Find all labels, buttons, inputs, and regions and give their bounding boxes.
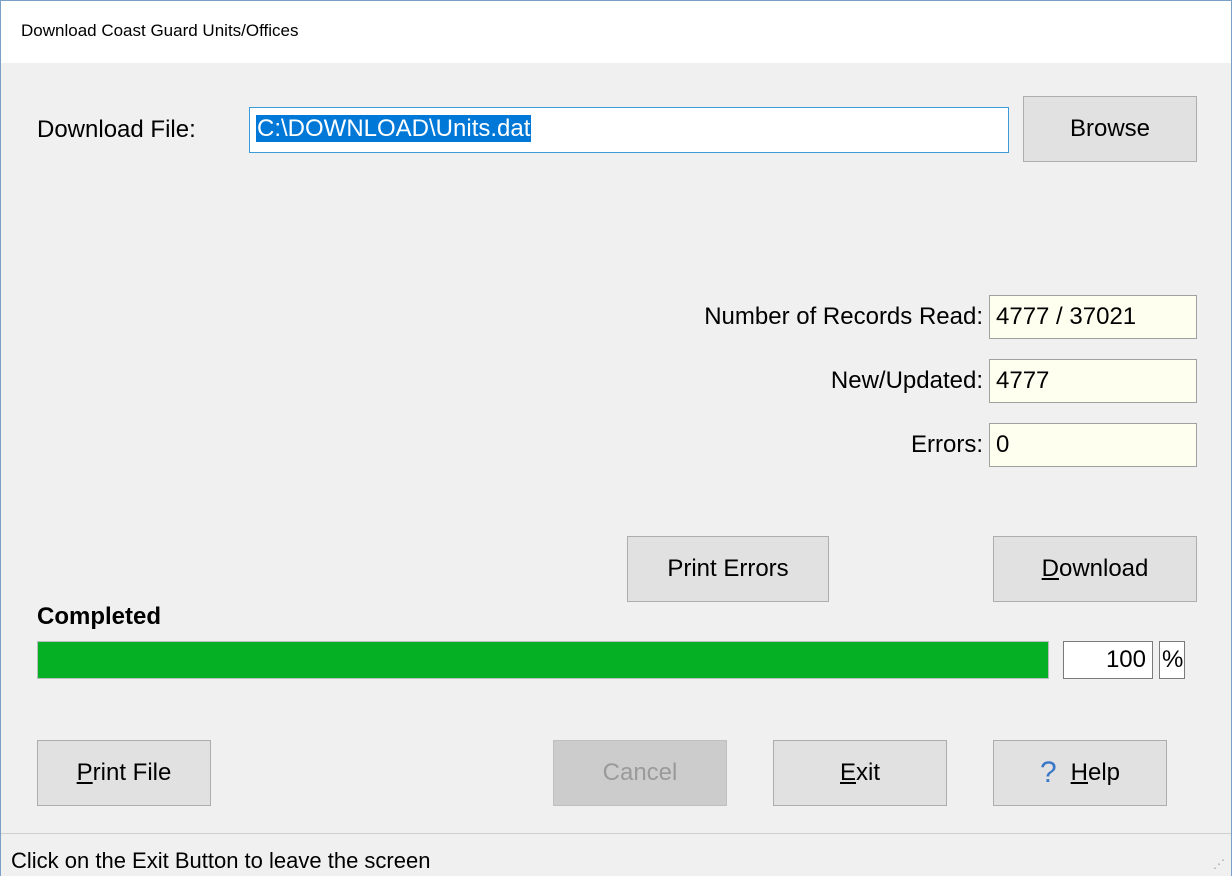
resize-grip-icon[interactable]: ⋰ bbox=[1213, 858, 1225, 870]
progress-bar bbox=[37, 641, 1049, 679]
print-errors-button[interactable]: Print Errors bbox=[627, 536, 829, 602]
new-updated-label: New/Updated: bbox=[830, 367, 983, 394]
download-button[interactable]: Download bbox=[993, 536, 1197, 602]
help-button[interactable]: ? Help bbox=[993, 740, 1167, 806]
download-label: ownload bbox=[1058, 555, 1149, 582]
print-file-button[interactable]: Print File bbox=[37, 740, 211, 806]
progress-percent-field: 100 bbox=[1063, 641, 1153, 679]
exit-label: xit bbox=[856, 759, 880, 786]
status-text: Click on the Exit Button to leave the sc… bbox=[11, 848, 431, 873]
records-read-label: Number of Records Read: bbox=[704, 303, 983, 330]
print-errors-label: Print Errors bbox=[667, 555, 789, 582]
records-read-value: 4777 / 37021 bbox=[996, 303, 1137, 330]
progress-unit: % bbox=[1162, 646, 1184, 673]
progress-unit-box: % bbox=[1159, 641, 1185, 679]
help-accel: H bbox=[1070, 759, 1088, 786]
cancel-label: Cancel bbox=[602, 759, 678, 786]
exit-button[interactable]: Exit bbox=[773, 740, 947, 806]
progress-bar-fill bbox=[38, 642, 1048, 678]
browse-button[interactable]: Browse bbox=[1023, 96, 1197, 162]
print-file-label: rint File bbox=[92, 759, 172, 786]
new-updated-field: 4777 bbox=[989, 359, 1197, 403]
question-mark-icon: ? bbox=[1039, 756, 1057, 789]
browse-button-label: Browse bbox=[1069, 115, 1151, 142]
download-window: Download Coast Guard Units/Offices Downl… bbox=[0, 0, 1232, 876]
errors-value: 0 bbox=[996, 431, 1010, 458]
title-bar: Download Coast Guard Units/Offices bbox=[1, 1, 1231, 63]
new-updated-value: 4777 bbox=[996, 367, 1050, 394]
progress-percent-value: 100 bbox=[1105, 646, 1146, 673]
progress-label: Completed bbox=[37, 603, 162, 630]
cancel-button[interactable]: Cancel bbox=[553, 740, 727, 806]
download-accel: D bbox=[1041, 555, 1059, 582]
window-title: Download Coast Guard Units/Offices bbox=[21, 21, 299, 40]
errors-label: Errors: bbox=[911, 431, 983, 458]
exit-accel: E bbox=[839, 759, 856, 786]
errors-field: 0 bbox=[989, 423, 1197, 467]
status-bar: Click on the Exit Button to leave the sc… bbox=[1, 833, 1231, 876]
records-read-field: 4777 / 37021 bbox=[989, 295, 1197, 339]
download-file-value: C:\DOWNLOAD\Units.dat bbox=[256, 115, 532, 142]
help-label: elp bbox=[1088, 759, 1121, 786]
download-file-input[interactable]: C:\DOWNLOAD\Units.dat bbox=[249, 107, 1009, 153]
download-file-label: Download File: bbox=[37, 116, 196, 143]
print-file-accel: P bbox=[76, 759, 93, 786]
